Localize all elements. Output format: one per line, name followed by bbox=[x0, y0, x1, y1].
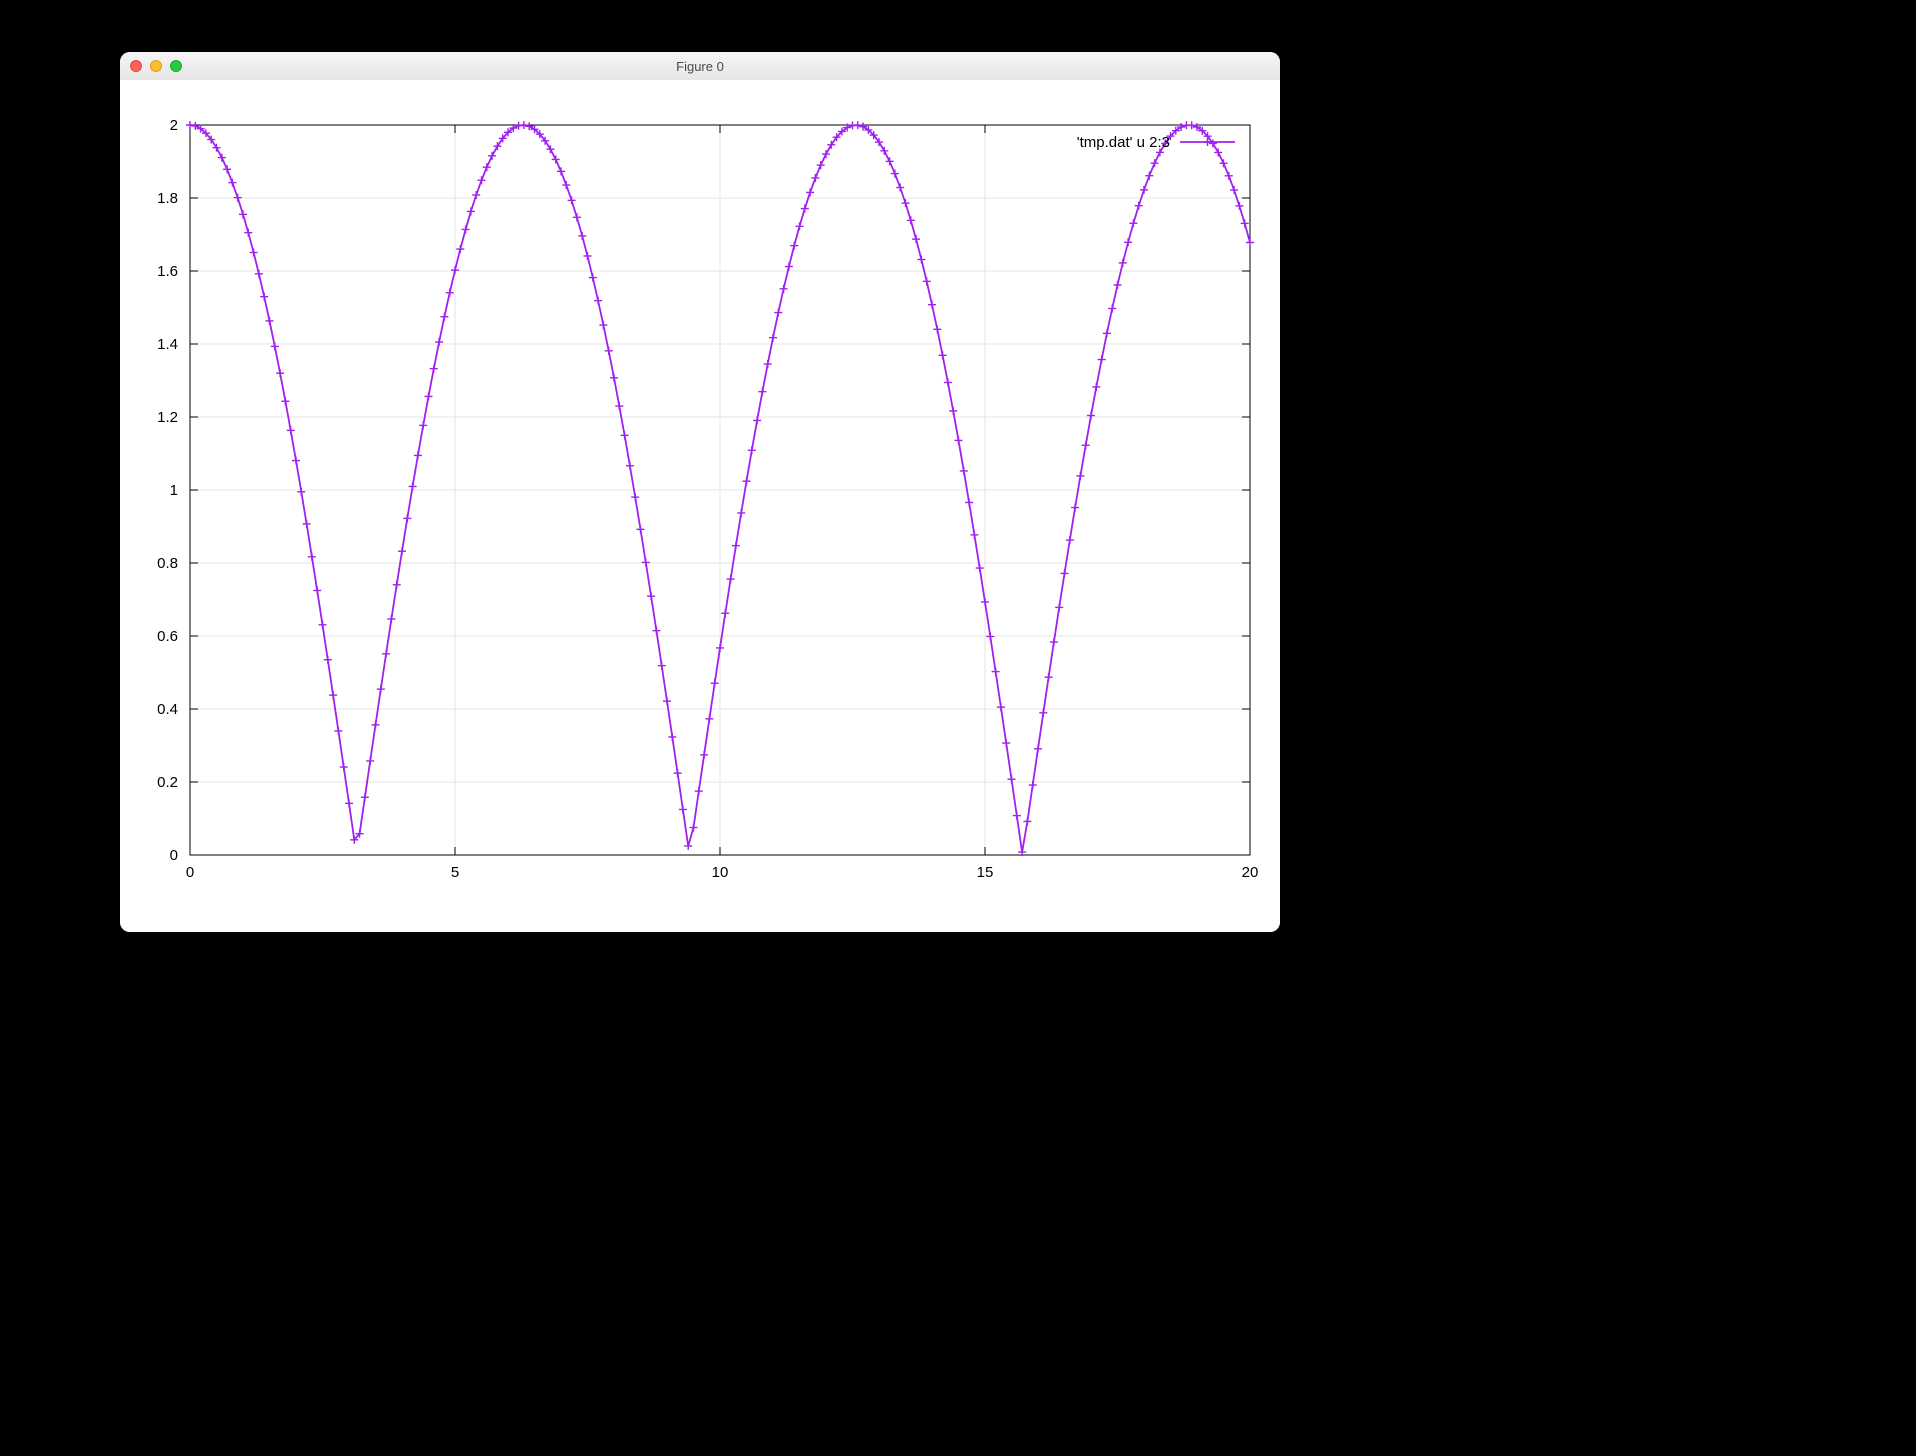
x-tick-label: 5 bbox=[451, 864, 459, 881]
x-tick-label: 0 bbox=[186, 864, 194, 881]
legend-label: 'tmp.dat' u 2:3 bbox=[1077, 134, 1170, 151]
window-title: Figure 0 bbox=[120, 59, 1280, 74]
y-tick-label: 1 bbox=[170, 482, 178, 499]
y-tick-label: 1.6 bbox=[157, 263, 178, 280]
x-tick-label: 20 bbox=[1242, 864, 1259, 881]
y-tick-label: 1.8 bbox=[157, 190, 178, 207]
minimize-icon[interactable] bbox=[150, 60, 162, 72]
plot-area: 0 5 10 15 20 0 0.2 0.4 0.6 0.8 1 1.2 1.4 1.6… bbox=[120, 80, 1280, 932]
close-icon[interactable] bbox=[130, 60, 142, 72]
x-tick-label: 10 bbox=[712, 864, 729, 881]
y-tick-label: 1.4 bbox=[157, 336, 178, 353]
y-tick-label: 0.4 bbox=[157, 701, 178, 718]
y-tick-label: 0 bbox=[170, 847, 178, 864]
zoom-icon[interactable] bbox=[170, 60, 182, 72]
chart: 0 5 10 15 20 0 0.2 0.4 0.6 0.8 1 1.2 1.4 1.6… bbox=[120, 80, 1280, 932]
y-tick-label: 1.2 bbox=[157, 409, 178, 426]
y-tick-label: 0.2 bbox=[157, 774, 178, 791]
window: Figure 0 0 5 10 15 20 0 0.2 0.4 0.6 0.8 1 1.… bbox=[120, 52, 1280, 932]
x-tick-label: 15 bbox=[977, 864, 994, 881]
y-tick-label: 0.6 bbox=[157, 628, 178, 645]
y-tick-label: 0.8 bbox=[157, 555, 178, 572]
y-tick-label: 2 bbox=[170, 117, 178, 134]
titlebar[interactable]: Figure 0 bbox=[120, 52, 1280, 81]
traffic-lights bbox=[130, 60, 182, 72]
